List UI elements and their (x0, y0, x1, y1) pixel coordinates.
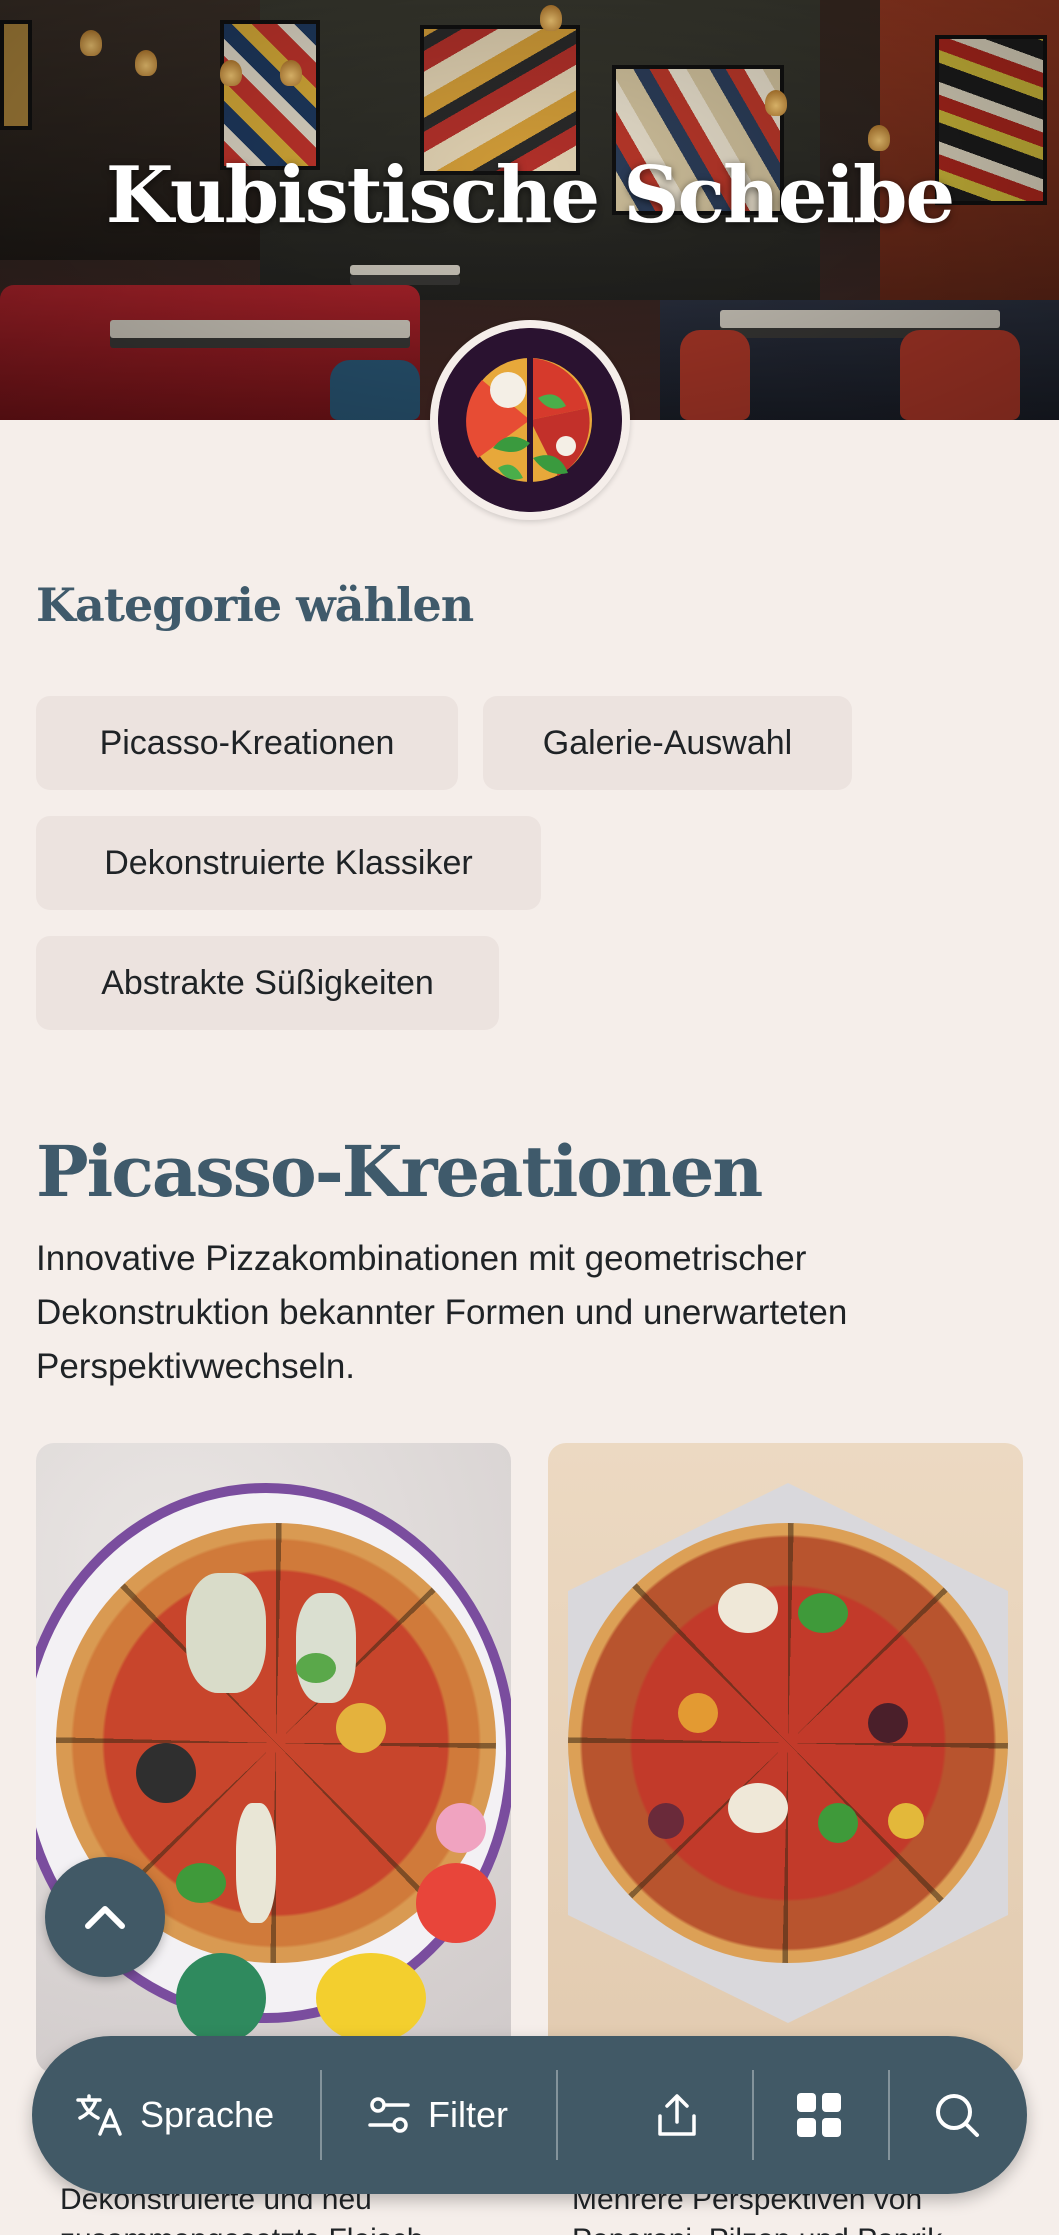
category-chip-picasso-kreationen[interactable]: Picasso-Kreationen (36, 696, 458, 790)
grid-view-button[interactable] (794, 2036, 844, 2194)
language-button[interactable]: Sprache (74, 2036, 274, 2194)
pizza-image (568, 1523, 1008, 1963)
category-chip-abstrakte-suessigkeiten[interactable]: Abstrakte Süßigkeiten (36, 936, 499, 1030)
search-button[interactable] (932, 2036, 982, 2194)
translate-icon (76, 2094, 122, 2136)
restaurant-logo (430, 320, 630, 520)
category-heading: Kategorie wählen (36, 578, 474, 632)
category-chip-label: Dekonstruierte Klassiker (104, 843, 473, 882)
toolbar-divider (752, 2070, 754, 2160)
toolbar-divider (556, 2070, 558, 2160)
scroll-to-top-button[interactable] (45, 1857, 165, 1977)
menu-item-card[interactable] (548, 1443, 1023, 2073)
chevron-up-icon (85, 1906, 125, 1929)
share-icon (658, 2094, 696, 2136)
section-description: Innovative Pizzakombinationen mit geomet… (36, 1239, 848, 1386)
category-chip-dekonstruierte-klassiker[interactable]: Dekonstruierte Klassiker (36, 816, 541, 910)
filter-button-label: Filter (428, 2094, 508, 2135)
category-chip-galerie-auswahl[interactable]: Galerie-Auswahl (483, 696, 852, 790)
language-button-label: Sprache (140, 2094, 275, 2135)
grid-icon (797, 2093, 841, 2137)
restaurant-title: Kubistische Scheibe (105, 150, 955, 241)
category-chip-label: Picasso-Kreationen (99, 723, 395, 762)
category-chip-label: Abstrakte Süßigkeiten (101, 963, 434, 1002)
share-button[interactable] (652, 2036, 702, 2194)
pizza-logo-icon (438, 328, 622, 512)
filter-icon (368, 2097, 410, 2133)
toolbar-divider (320, 2070, 322, 2160)
menu-item-card[interactable] (36, 1443, 511, 2073)
toolbar-divider (888, 2070, 890, 2160)
bottom-toolbar: Sprache Filter (32, 2036, 1027, 2194)
section-title: Picasso-Kreationen (36, 1130, 763, 1213)
category-chip-label: Galerie-Auswahl (542, 723, 793, 762)
filter-button[interactable]: Filter (366, 2036, 508, 2194)
search-icon (936, 2094, 979, 2137)
